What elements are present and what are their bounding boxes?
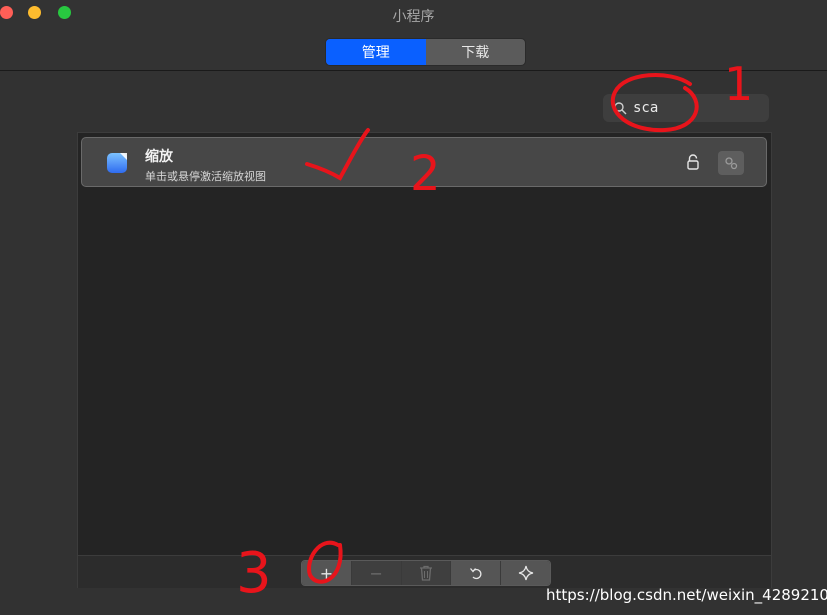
list-item[interactable]: 缩放 单击或悬停激活缩放视图 [81,137,767,187]
undo-icon [469,568,482,580]
remove-icon: − [369,563,383,583]
bottom-toolbar: + − [78,555,771,588]
tab-switcher: 管理 下载 [325,38,526,66]
sparkle-icon [518,565,533,581]
trash-icon [419,565,432,581]
title-bar: 小程序 管理 下载 [0,0,827,71]
window-title: 小程序 [392,9,435,25]
item-description: 单击或悬停激活缩放视图 [145,170,266,183]
app-icon [107,153,127,173]
item-name: 缩放 [145,149,173,165]
search-field[interactable]: sca [603,94,769,122]
undo-button[interactable] [451,561,502,585]
applet-list: 缩放 单击或悬停激活缩放视图 + − [77,132,772,588]
search-icon [614,102,627,115]
settings-button[interactable] [718,151,744,175]
add-button[interactable]: + [302,561,352,585]
toolbar-button-group: + − [301,560,551,586]
gear-icon [725,157,738,170]
remove-button[interactable]: − [351,561,402,585]
search-input[interactable]: sca [633,100,658,116]
tab-manage[interactable]: 管理 [326,39,426,65]
delete-button[interactable] [401,561,452,585]
watermark: https://blog.csdn.net/weixin_42892101 [546,586,827,604]
favorite-button[interactable] [501,561,550,585]
tab-download[interactable]: 下载 [426,39,526,65]
lock-icon[interactable] [686,153,700,171]
add-icon: + [319,563,334,583]
